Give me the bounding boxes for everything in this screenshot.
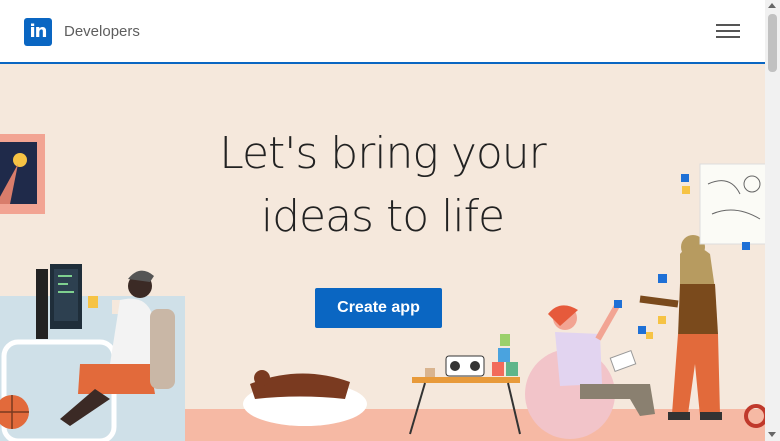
vertical-scrollbar[interactable]: [765, 0, 780, 441]
top-navigation-bar: in Developers: [0, 0, 765, 64]
hero-headline: Let's bring your ideas to life: [0, 122, 765, 248]
linkedin-logo-icon[interactable]: in: [24, 18, 52, 46]
scrollbar-thumb[interactable]: [768, 14, 777, 72]
headline-line-2: ideas to life: [260, 191, 505, 242]
hamburger-menu-icon[interactable]: [716, 24, 740, 42]
standing-person-illustration: [639, 235, 722, 420]
dog-illustration: [243, 370, 367, 426]
hero-illustration: [0, 134, 765, 441]
scroll-up-arrow-icon[interactable]: [768, 3, 776, 8]
scroll-down-arrow-icon[interactable]: [768, 432, 776, 437]
hero-section: Let's bring your ideas to life Create ap…: [0, 64, 765, 441]
create-app-button[interactable]: Create app: [315, 288, 442, 328]
brand-title[interactable]: Developers: [64, 23, 140, 40]
desk-illustration: [0, 264, 185, 441]
headline-line-1: Let's bring your: [219, 128, 547, 179]
